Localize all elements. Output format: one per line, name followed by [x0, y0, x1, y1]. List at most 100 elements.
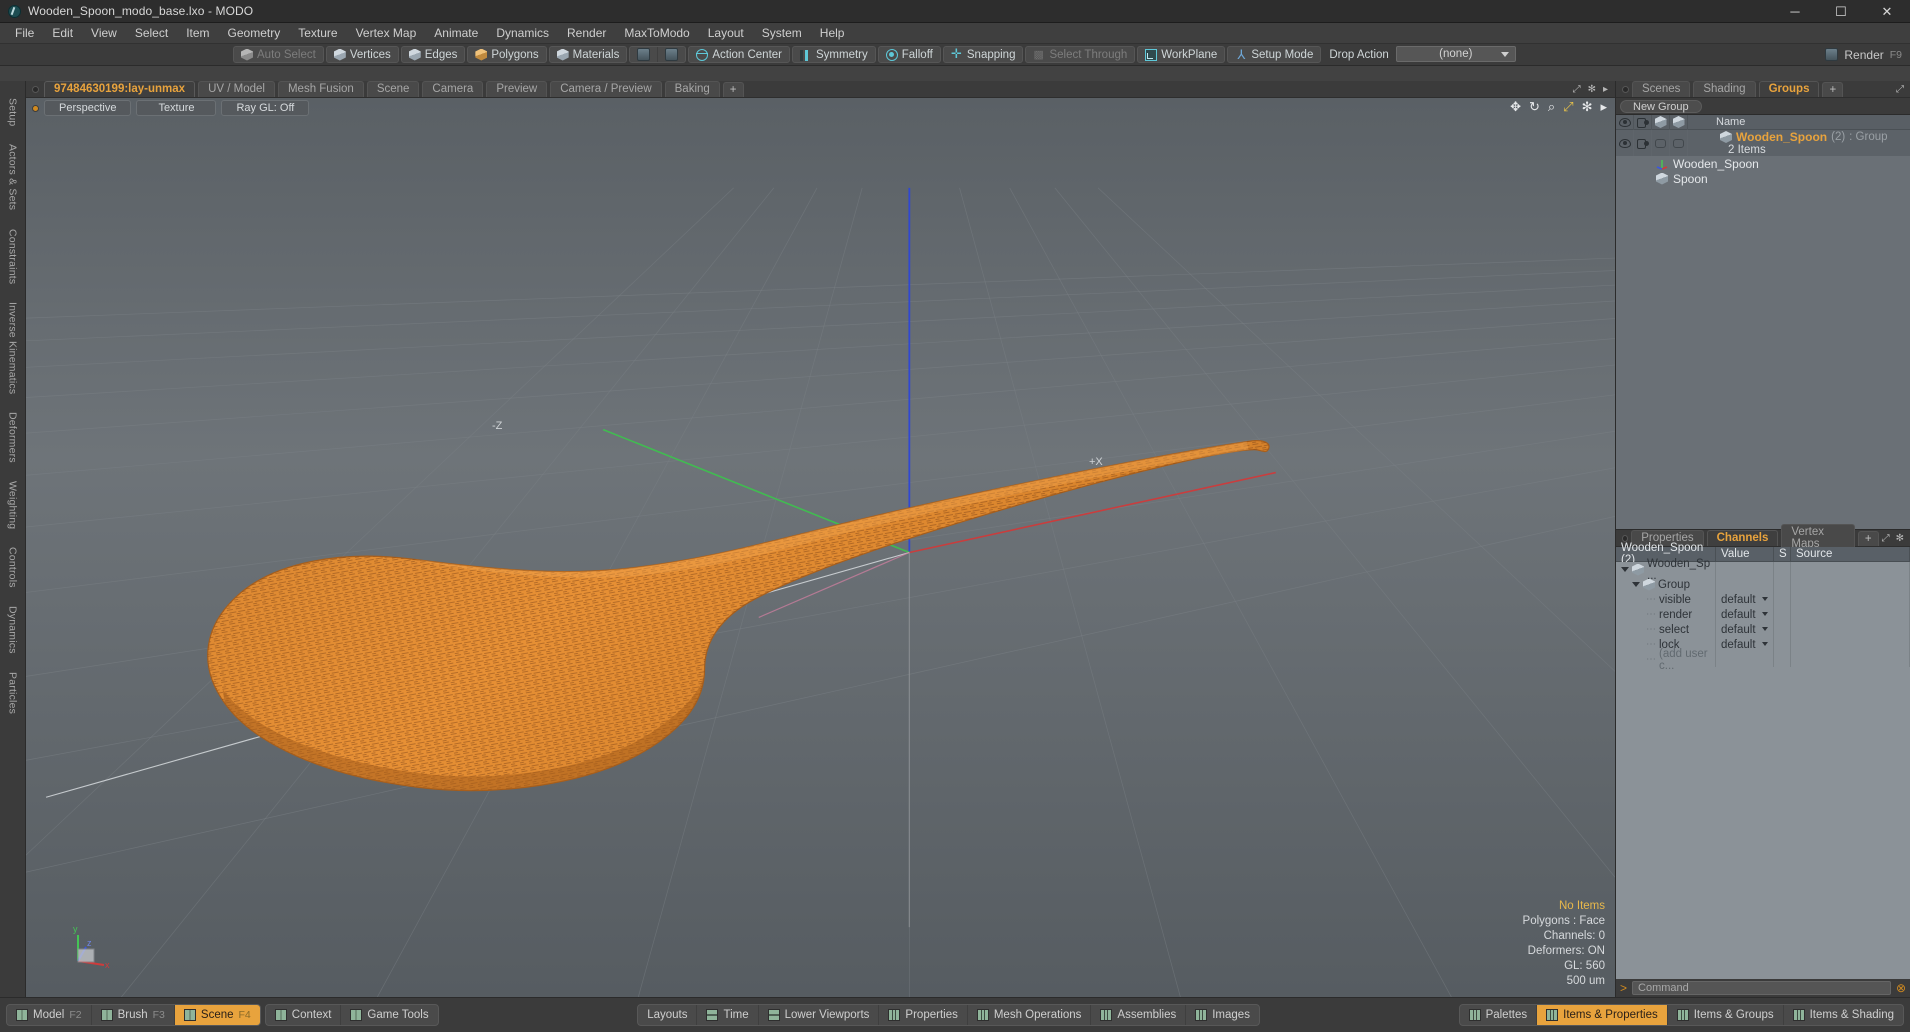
vertices-button[interactable]: Vertices: [327, 47, 398, 62]
sidebar-item-controls[interactable]: Controls: [7, 538, 19, 597]
zoom-icon[interactable]: ⌕: [1548, 100, 1555, 113]
channel-value-dropdown[interactable]: default: [1716, 592, 1774, 607]
row-select-toggle[interactable]: [1652, 130, 1670, 156]
time-button[interactable]: Time: [697, 1005, 759, 1025]
tab-channels[interactable]: Channels: [1706, 530, 1779, 546]
column-lock[interactable]: [1670, 114, 1688, 130]
tab-scenes[interactable]: Scenes: [1632, 81, 1691, 97]
add-user-channel[interactable]: ⋯ (add user c...: [1616, 648, 1716, 672]
game-tools-button[interactable]: Game Tools: [341, 1005, 437, 1025]
mode-model-button[interactable]: Model F2: [7, 1005, 92, 1025]
layouts-button[interactable]: Layouts: [638, 1005, 698, 1025]
table-row[interactable]: ⋯ (add user c...: [1616, 648, 1910, 672]
render-label[interactable]: Render: [1844, 48, 1883, 62]
3d-viewport[interactable]: Perspective Texture Ray GL: Off ✥ ↻ ⌕ ⤢ …: [26, 98, 1615, 997]
action-center-button[interactable]: Action Center: [689, 47, 789, 62]
viewport-handle-icon[interactable]: [32, 104, 39, 112]
menu-file[interactable]: File: [6, 24, 43, 42]
gear-icon[interactable]: ✻: [1896, 533, 1904, 544]
sidebar-item-particles[interactable]: Particles: [7, 663, 19, 723]
axis-gizmo[interactable]: y x z: [64, 921, 112, 969]
chevron-right-icon[interactable]: ▸: [1603, 84, 1608, 95]
expand-icon[interactable]: ⤢: [1573, 84, 1581, 95]
table-row[interactable]: ⋯ render default: [1616, 607, 1910, 622]
symmetry-button[interactable]: Symmetry: [793, 47, 875, 62]
tab-camera-preview[interactable]: Camera / Preview: [550, 81, 662, 97]
new-group-button[interactable]: New Group: [1620, 99, 1702, 113]
select-lasso-button[interactable]: [658, 47, 685, 62]
sidebar-item-weighting[interactable]: Weighting: [7, 472, 19, 538]
sidebar-item-actors-sets[interactable]: Actors & Sets: [7, 135, 19, 219]
tab-add-button[interactable]: +: [1857, 530, 1879, 546]
setup-mode-button[interactable]: ⅄ Setup Mode: [1228, 47, 1320, 62]
drop-action-dropdown[interactable]: (none): [1395, 46, 1516, 62]
row-render-toggle[interactable]: [1634, 130, 1652, 156]
menu-texture[interactable]: Texture: [289, 24, 346, 42]
sidebar-item-dynamics[interactable]: Dynamics: [7, 597, 19, 663]
panel-handle-icon[interactable]: [1622, 534, 1629, 542]
tab-row-handle-icon[interactable]: [32, 85, 39, 93]
items-shading-button[interactable]: Items & Shading: [1784, 1005, 1903, 1025]
menu-help[interactable]: Help: [811, 24, 854, 42]
materials-button[interactable]: Materials: [550, 47, 627, 62]
rotate-icon[interactable]: ↻: [1529, 100, 1540, 113]
palettes-button[interactable]: Palettes: [1460, 1005, 1538, 1025]
gear-icon[interactable]: ✻: [1582, 100, 1593, 113]
menu-geometry[interactable]: Geometry: [219, 24, 290, 42]
menu-render[interactable]: Render: [558, 24, 615, 42]
tab-baking[interactable]: Baking: [664, 81, 720, 97]
lower-viewports-button[interactable]: Lower Viewports: [759, 1005, 880, 1025]
select-box-button[interactable]: [630, 47, 659, 62]
polygons-button[interactable]: Polygons: [468, 47, 545, 62]
raygl-button[interactable]: Ray GL: Off: [221, 100, 310, 116]
properties-toggle-button[interactable]: Properties: [879, 1005, 968, 1025]
sidebar-item-inverse-kinematics[interactable]: Inverse Kinematics: [7, 293, 19, 403]
sidebar-item-constraints[interactable]: Constraints: [7, 220, 19, 293]
command-input[interactable]: Command: [1632, 981, 1891, 995]
tab-lay-unmax[interactable]: 97484630199:lay-unmax: [44, 81, 196, 97]
command-clear-icon[interactable]: ⊗: [1896, 981, 1906, 995]
menu-item[interactable]: Item: [177, 24, 218, 42]
move-icon[interactable]: ✥: [1510, 100, 1521, 113]
view-mode-button[interactable]: Perspective: [44, 100, 132, 116]
tab-add-button[interactable]: +: [722, 81, 744, 97]
menu-view[interactable]: View: [82, 24, 126, 42]
images-button[interactable]: Images: [1186, 1005, 1259, 1025]
table-row[interactable]: Group: [1616, 577, 1910, 592]
channel-value-dropdown[interactable]: default: [1716, 607, 1774, 622]
close-button[interactable]: ✕: [1864, 0, 1910, 23]
row-visible-toggle[interactable]: [1616, 130, 1634, 156]
chevron-right-icon[interactable]: ▸: [1600, 100, 1607, 113]
list-item[interactable]: Spoon: [1616, 171, 1910, 186]
tree-node-root[interactable]: Wooden_Sp ...: [1616, 558, 1716, 582]
channel-value-dropdown[interactable]: default: [1716, 622, 1774, 637]
column-select[interactable]: [1652, 114, 1670, 130]
row-lock-toggle[interactable]: [1670, 130, 1688, 156]
table-row[interactable]: Wooden_Sp ...: [1616, 558, 1910, 582]
chevron-down-icon[interactable]: [1621, 567, 1629, 572]
select-through-button[interactable]: ▩ Select Through: [1026, 47, 1134, 62]
tab-preview[interactable]: Preview: [486, 81, 548, 97]
snapping-button[interactable]: ✛ Snapping: [944, 47, 1023, 62]
menu-vertex-map[interactable]: Vertex Map: [347, 24, 426, 42]
shading-mode-button[interactable]: Texture: [136, 100, 217, 116]
tab-camera[interactable]: Camera: [422, 81, 484, 97]
column-visible[interactable]: [1616, 114, 1634, 130]
table-row[interactable]: ⋯ visible default: [1616, 592, 1910, 607]
items-properties-button[interactable]: Items & Properties: [1537, 1005, 1668, 1025]
menu-edit[interactable]: Edit: [43, 24, 82, 42]
menu-layout[interactable]: Layout: [699, 24, 753, 42]
command-expander-icon[interactable]: >: [1620, 981, 1627, 995]
menu-maxtomodo[interactable]: MaxToModo: [615, 24, 698, 42]
tab-mesh-fusion[interactable]: Mesh Fusion: [277, 81, 364, 97]
expand-icon[interactable]: ⤢: [1882, 533, 1890, 544]
items-groups-button[interactable]: Items & Groups: [1668, 1005, 1784, 1025]
table-row[interactable]: ⋯ select default: [1616, 622, 1910, 637]
channel-value-dropdown[interactable]: default: [1716, 637, 1774, 652]
render-icon[interactable]: [1825, 48, 1839, 61]
tab-add-button[interactable]: +: [1822, 81, 1844, 97]
tab-scene[interactable]: Scene: [366, 81, 420, 97]
tab-uv-model[interactable]: UV / Model: [198, 81, 275, 97]
fit-icon[interactable]: ⤢: [1563, 100, 1573, 113]
context-button[interactable]: Context: [266, 1005, 342, 1025]
